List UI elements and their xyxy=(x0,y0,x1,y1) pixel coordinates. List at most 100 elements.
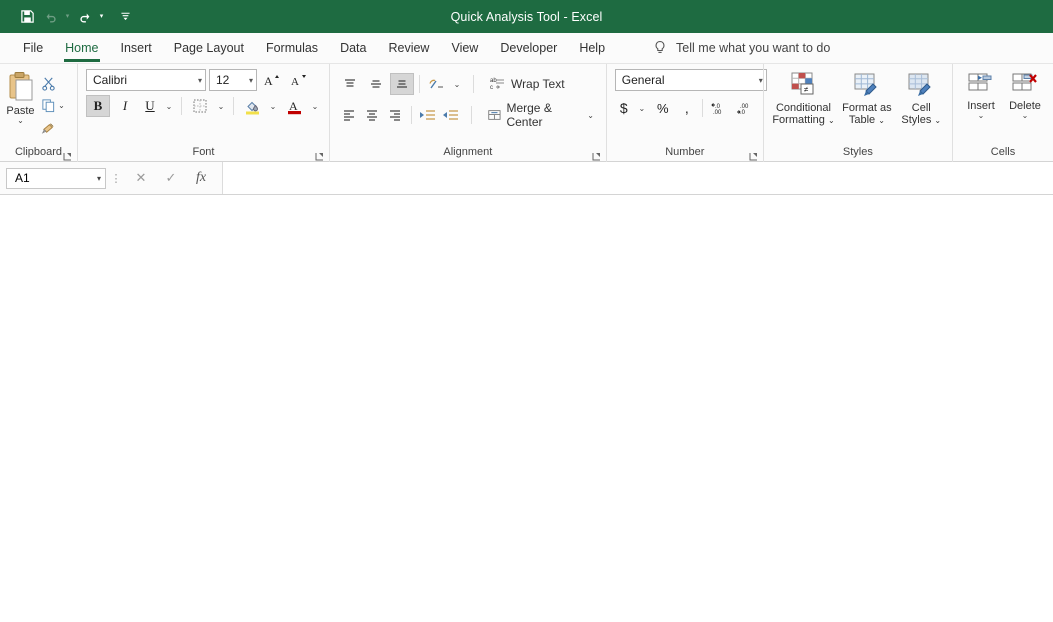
font-size-chevron-icon[interactable]: ▾ xyxy=(243,76,253,85)
insert-cells-button[interactable]: Insert ⌄ xyxy=(959,70,1003,120)
name-box[interactable]: A1 ▾ xyxy=(6,168,106,189)
cut-icon[interactable] xyxy=(37,73,59,93)
alignment-separator-2 xyxy=(473,75,474,93)
increase-indent-button[interactable] xyxy=(440,104,461,126)
fill-color-button[interactable] xyxy=(240,95,264,117)
cell-styles-line2: Styles xyxy=(901,114,931,126)
number-format-chevron-icon[interactable]: ▾ xyxy=(753,76,763,85)
paste-chevron-icon[interactable]: ⌄ xyxy=(17,117,24,125)
wrap-text-button[interactable]: abc Wrap Text xyxy=(485,74,569,94)
name-box-value: A1 xyxy=(15,171,97,185)
title-bar: ▾ ▾ Quick Analysis Tool - Excel xyxy=(0,0,1053,33)
ribbon-tab-formulas[interactable]: Formulas xyxy=(255,33,329,64)
increase-decimal-button[interactable]: .0.00 xyxy=(709,97,731,119)
font-dialog-launcher-icon[interactable] xyxy=(315,151,324,160)
redo-dropdown-icon[interactable]: ▾ xyxy=(97,6,106,28)
name-box-chevron-icon[interactable]: ▾ xyxy=(97,174,101,183)
align-right-button[interactable] xyxy=(384,104,405,126)
customize-quick-access-toolbar-icon[interactable] xyxy=(114,6,136,28)
align-middle-button[interactable] xyxy=(364,73,388,95)
delete-cells-icon xyxy=(1010,72,1040,98)
ribbon-tab-page-layout[interactable]: Page Layout xyxy=(163,33,255,64)
ribbon-tab-help[interactable]: Help xyxy=(568,33,616,64)
merge-center-chevron-icon[interactable]: ⌄ xyxy=(585,111,595,120)
quick-access-toolbar: ▾ ▾ xyxy=(0,6,136,28)
merge-and-center-button[interactable]: Merge & Center ⌄ xyxy=(483,99,600,131)
wrap-text-label: Wrap Text xyxy=(511,77,565,91)
ribbon-tab-developer[interactable]: Developer xyxy=(489,33,568,64)
ribbon-tab-insert[interactable]: Insert xyxy=(110,33,163,64)
save-icon[interactable] xyxy=(16,6,38,28)
percent-label: % xyxy=(657,101,669,116)
accounting-format-button[interactable]: $ xyxy=(615,97,633,119)
cell-styles-icon xyxy=(906,72,936,100)
formula-bar-buttons: ✕ ✓ fx xyxy=(126,167,216,189)
clipboard-dialog-launcher-icon[interactable] xyxy=(63,151,72,160)
increase-font-size-button[interactable]: A xyxy=(260,69,284,91)
underline-button[interactable]: U xyxy=(140,95,160,117)
ribbon-group-clipboard: Paste ⌄ ⌄ Clipboard xyxy=(0,64,77,162)
ribbon-group-cells: Insert ⌄ Delete ⌄ Cells xyxy=(952,64,1053,162)
font-name-chevron-icon[interactable]: ▾ xyxy=(192,76,202,85)
svg-text:.00: .00 xyxy=(713,110,722,116)
underline-chevron-icon[interactable]: ⌄ xyxy=(163,102,175,111)
cells-group-label: Cells xyxy=(953,145,1053,162)
number-format-combo[interactable]: General ▾ xyxy=(615,69,767,91)
ribbon-tab-home[interactable]: Home xyxy=(54,33,109,64)
undo-icon[interactable] xyxy=(40,6,62,28)
decrease-indent-button[interactable] xyxy=(416,104,437,126)
svg-text:A: A xyxy=(264,74,273,88)
decrease-font-size-button[interactable]: A xyxy=(287,69,311,91)
orientation-chevron-icon[interactable]: ⌄ xyxy=(451,80,463,89)
format-as-table-button[interactable]: Format as Table ⌄ xyxy=(838,70,896,127)
fill-color-chevron-icon[interactable]: ⌄ xyxy=(267,102,279,111)
align-left-button[interactable] xyxy=(338,104,359,126)
formula-input[interactable] xyxy=(222,162,1053,194)
orientation-button[interactable] xyxy=(425,73,449,95)
cell-styles-button[interactable]: Cell Styles ⌄ xyxy=(897,70,945,127)
borders-button[interactable] xyxy=(188,95,212,117)
ribbon-tab-view[interactable]: View xyxy=(440,33,489,64)
conditional-formatting-chevron-icon: ⌄ xyxy=(828,116,835,125)
tell-me-search[interactable]: Tell me what you want to do xyxy=(653,40,830,56)
insert-function-icon[interactable]: fx xyxy=(186,167,216,189)
percent-style-button[interactable]: % xyxy=(651,97,675,119)
merge-center-label: Merge & Center xyxy=(506,101,580,129)
formula-bar: A1 ▾ ⋮ ✕ ✓ fx xyxy=(0,162,1053,195)
decrease-decimal-button[interactable]: .00.0 xyxy=(734,97,756,119)
italic-button[interactable]: I xyxy=(113,95,137,117)
font-group-label: Font xyxy=(78,145,329,162)
alignment-separator-3 xyxy=(411,106,412,124)
conditional-formatting-button[interactable]: ≠ Conditional Formatting ⌄ xyxy=(770,70,836,127)
ribbon-tab-data[interactable]: Data xyxy=(329,33,377,64)
insert-cells-chevron-icon[interactable]: ⌄ xyxy=(978,112,985,120)
alignment-dialog-launcher-icon[interactable] xyxy=(592,151,601,160)
alignment-separator xyxy=(419,75,420,93)
format-painter-icon[interactable] xyxy=(37,117,59,137)
delete-cells-chevron-icon[interactable]: ⌄ xyxy=(1022,112,1029,120)
undo-dropdown-icon[interactable]: ▾ xyxy=(63,6,72,28)
cancel-icon[interactable]: ✕ xyxy=(126,167,156,189)
font-name-combo[interactable]: Calibri ▾ xyxy=(86,69,206,91)
copy-icon[interactable]: ⌄ xyxy=(37,95,71,115)
ribbon-tab-review[interactable]: Review xyxy=(377,33,440,64)
delete-cells-button[interactable]: Delete ⌄ xyxy=(1003,70,1047,120)
align-center-button[interactable] xyxy=(361,104,382,126)
borders-chevron-icon[interactable]: ⌄ xyxy=(215,102,227,111)
number-dialog-launcher-icon[interactable] xyxy=(749,151,758,160)
font-size-combo[interactable]: 12 ▾ xyxy=(209,69,257,91)
align-top-button[interactable] xyxy=(338,73,362,95)
bold-button[interactable]: B xyxy=(86,95,110,117)
align-bottom-button[interactable] xyxy=(390,73,414,95)
font-color-button[interactable]: A xyxy=(282,95,306,117)
formula-bar-grip[interactable]: ⋮ xyxy=(106,172,126,185)
comma-style-button[interactable]: , xyxy=(678,97,696,119)
paste-button[interactable]: Paste ⌄ xyxy=(4,69,37,125)
enter-icon[interactable]: ✓ xyxy=(156,167,186,189)
redo-icon[interactable] xyxy=(74,6,96,28)
italic-label: I xyxy=(123,98,127,114)
conditional-formatting-line2: Formatting xyxy=(772,114,825,126)
ribbon-tab-file[interactable]: File xyxy=(12,33,54,64)
font-color-chevron-icon[interactable]: ⌄ xyxy=(309,102,321,111)
accounting-chevron-icon[interactable]: ⌄ xyxy=(636,104,648,113)
